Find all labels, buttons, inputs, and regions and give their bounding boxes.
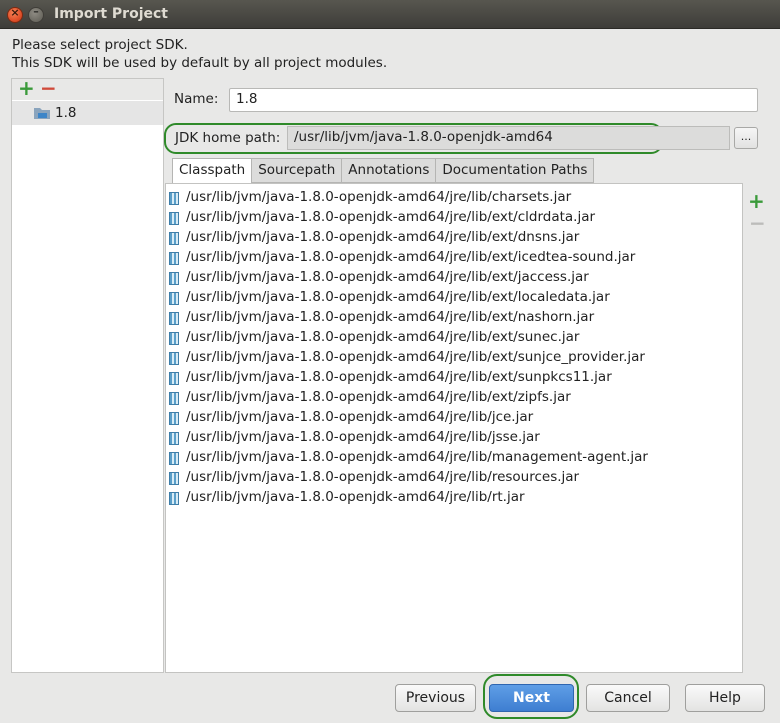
list-item-text: /usr/lib/jvm/java-1.8.0-openjdk-amd64/jr… [186, 349, 645, 365]
jar-icon [169, 272, 179, 285]
browse-button[interactable]: ... [734, 127, 758, 149]
tab-bar: Classpath Sourcepath Annotations Documen… [172, 158, 595, 184]
previous-button[interactable]: Previous [395, 684, 476, 712]
folder-icon [34, 108, 50, 119]
list-item-text: /usr/lib/jvm/java-1.8.0-openjdk-amd64/jr… [186, 249, 636, 265]
list-item[interactable]: /usr/lib/jvm/java-1.8.0-openjdk-amd64/jr… [166, 488, 742, 508]
list-item[interactable]: /usr/lib/jvm/java-1.8.0-openjdk-amd64/jr… [166, 368, 742, 388]
sdk-list-toolbar: + − [12, 76, 163, 100]
jar-icon [169, 292, 179, 305]
list-item[interactable]: /usr/lib/jvm/java-1.8.0-openjdk-amd64/jr… [166, 288, 742, 308]
list-item[interactable]: /usr/lib/jvm/java-1.8.0-openjdk-amd64/jr… [166, 228, 742, 248]
jar-icon [169, 412, 179, 425]
jdk-home-path-label: JDK home path: [175, 130, 281, 146]
next-button[interactable]: Next [489, 684, 574, 712]
list-item-text: /usr/lib/jvm/java-1.8.0-openjdk-amd64/jr… [186, 309, 595, 325]
close-icon: × [10, 6, 20, 19]
intro-text: Please select project SDK. This SDK will… [12, 36, 387, 72]
jdk-home-path-field[interactable]: /usr/lib/jvm/java-1.8.0-openjdk-amd64 [287, 126, 730, 150]
list-item[interactable]: /usr/lib/jvm/java-1.8.0-openjdk-amd64/jr… [166, 208, 742, 228]
list-item[interactable]: /usr/lib/jvm/java-1.8.0-openjdk-amd64/jr… [166, 188, 742, 208]
name-input[interactable]: 1.8 [229, 88, 758, 112]
close-window-button[interactable]: × [7, 6, 23, 23]
list-item[interactable]: /usr/lib/jvm/java-1.8.0-openjdk-amd64/jr… [166, 268, 742, 288]
jar-icon [169, 372, 179, 385]
list-item[interactable]: /usr/lib/jvm/java-1.8.0-openjdk-amd64/jr… [166, 388, 742, 408]
remove-sdk-button[interactable]: − [40, 76, 57, 100]
list-item-text: /usr/lib/jvm/java-1.8.0-openjdk-amd64/jr… [186, 209, 596, 225]
sdk-item-label: 1.8 [55, 105, 77, 121]
jar-icon [169, 492, 179, 505]
cancel-button[interactable]: Cancel [586, 684, 670, 712]
list-item-text: /usr/lib/jvm/java-1.8.0-openjdk-amd64/jr… [186, 269, 589, 285]
list-item[interactable]: /usr/lib/jvm/java-1.8.0-openjdk-amd64/jr… [166, 348, 742, 368]
jar-icon [169, 192, 179, 205]
title-bar: × – Import Project [0, 0, 780, 29]
tab-classpath[interactable]: Classpath [172, 158, 253, 184]
list-item-text: /usr/lib/jvm/java-1.8.0-openjdk-amd64/jr… [186, 229, 580, 245]
list-item[interactable]: /usr/lib/jvm/java-1.8.0-openjdk-amd64/jr… [166, 308, 742, 328]
list-item[interactable]: /usr/lib/jvm/java-1.8.0-openjdk-amd64/jr… [166, 328, 742, 348]
minimize-window-button[interactable]: – [28, 5, 44, 23]
tab-annotations[interactable]: Annotations [342, 158, 437, 183]
jar-icon [169, 452, 179, 465]
intro-line-1: Please select project SDK. [12, 37, 188, 53]
tab-sourcepath[interactable]: Sourcepath [252, 158, 343, 183]
jar-icon [169, 472, 179, 485]
jar-icon [169, 252, 179, 265]
jar-icon [169, 432, 179, 445]
jar-icon [169, 312, 179, 325]
list-item-text: /usr/lib/jvm/java-1.8.0-openjdk-amd64/jr… [186, 189, 572, 205]
list-item[interactable]: /usr/lib/jvm/java-1.8.0-openjdk-amd64/jr… [166, 248, 742, 268]
intro-line-2: This SDK will be used by default by all … [12, 55, 388, 71]
tab-documentation-paths[interactable]: Documentation Paths [436, 158, 595, 183]
list-item-text: /usr/lib/jvm/java-1.8.0-openjdk-amd64/jr… [186, 289, 610, 305]
jar-icon [169, 232, 179, 245]
jar-icon [169, 392, 179, 405]
classpath-list[interactable]: /usr/lib/jvm/java-1.8.0-openjdk-amd64/jr… [165, 183, 743, 673]
list-item[interactable]: /usr/lib/jvm/java-1.8.0-openjdk-amd64/jr… [166, 448, 742, 468]
window-title: Import Project [54, 6, 168, 22]
add-path-button[interactable]: + [748, 189, 765, 213]
sdk-list-item[interactable]: 1.8 [12, 101, 163, 125]
list-item-text: /usr/lib/jvm/java-1.8.0-openjdk-amd64/jr… [186, 449, 648, 465]
list-item[interactable]: /usr/lib/jvm/java-1.8.0-openjdk-amd64/jr… [166, 428, 742, 448]
name-label: Name: [174, 91, 219, 107]
list-item-text: /usr/lib/jvm/java-1.8.0-openjdk-amd64/jr… [186, 329, 580, 345]
list-item-text: /usr/lib/jvm/java-1.8.0-openjdk-amd64/jr… [186, 429, 540, 445]
add-sdk-button[interactable]: + [18, 76, 35, 100]
list-item[interactable]: /usr/lib/jvm/java-1.8.0-openjdk-amd64/jr… [166, 408, 742, 428]
help-button[interactable]: Help [685, 684, 765, 712]
list-item[interactable]: /usr/lib/jvm/java-1.8.0-openjdk-amd64/jr… [166, 468, 742, 488]
remove-path-button[interactable]: − [749, 211, 766, 235]
jar-icon [169, 352, 179, 365]
sdk-list-panel: + − 1.8 [11, 76, 164, 673]
minimize-icon: – [33, 5, 39, 18]
list-item-text: /usr/lib/jvm/java-1.8.0-openjdk-amd64/jr… [186, 389, 571, 405]
list-item-text: /usr/lib/jvm/java-1.8.0-openjdk-amd64/jr… [186, 369, 612, 385]
list-item-text: /usr/lib/jvm/java-1.8.0-openjdk-amd64/jr… [186, 489, 525, 505]
jar-icon [169, 332, 179, 345]
list-item-text: /usr/lib/jvm/java-1.8.0-openjdk-amd64/jr… [186, 469, 580, 485]
list-item-text: /usr/lib/jvm/java-1.8.0-openjdk-amd64/jr… [186, 409, 534, 425]
jar-icon [169, 212, 179, 225]
